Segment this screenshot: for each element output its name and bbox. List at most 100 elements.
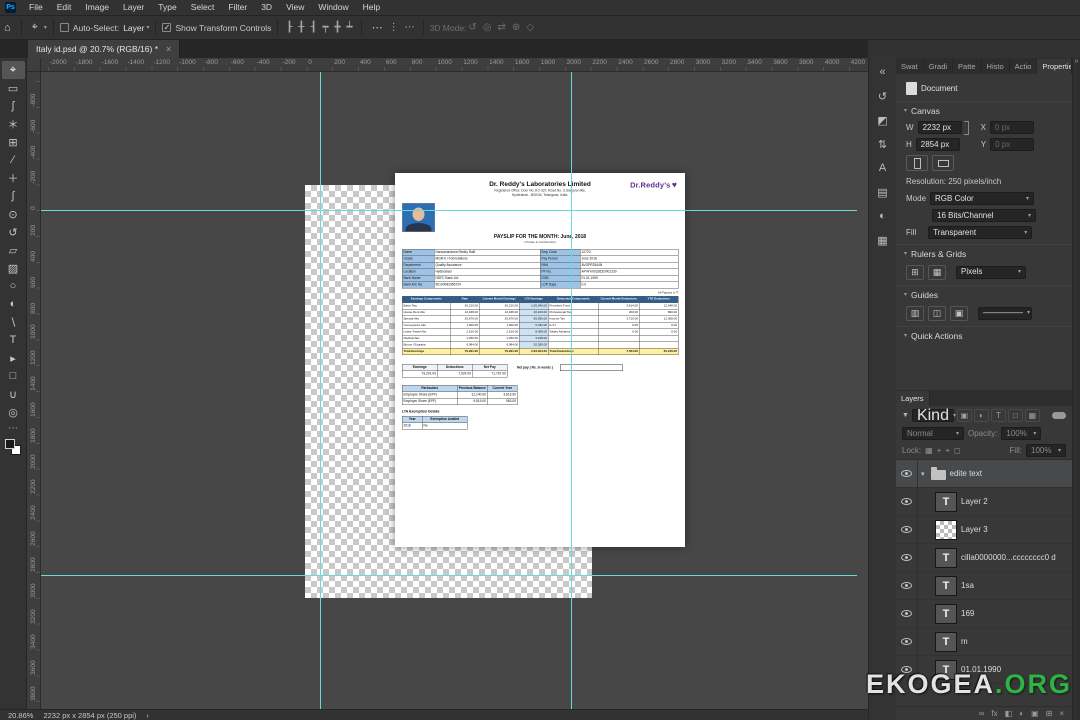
layer-visibility-toggle[interactable]: [896, 544, 918, 571]
character-icon[interactable]: A: [871, 156, 895, 180]
section-quick-actions[interactable]: Quick Actions: [911, 331, 963, 341]
layer-filter-toggle[interactable]: [1052, 412, 1066, 419]
layer-row[interactable]: ▾ 169: [896, 600, 1072, 628]
layer-visibility-toggle[interactable]: [896, 628, 918, 655]
layer-filter-kind-select[interactable]: Kind ▾: [911, 407, 956, 423]
height-field[interactable]: 2854 px: [915, 138, 960, 151]
align-top-edges-icon[interactable]: ┯: [320, 22, 330, 33]
layer-mask-icon[interactable]: ◧: [1005, 709, 1013, 718]
canvas-viewport[interactable]: Dr. Reddy's Laboratories Limited Registe…: [41, 72, 868, 709]
zoom-level[interactable]: 20.86%: [8, 711, 33, 720]
guide-style-select[interactable]: ————— ▾: [978, 306, 1032, 320]
zoom-tool[interactable]: ◎: [2, 403, 25, 421]
foreground-color-swatch[interactable]: [5, 439, 15, 449]
layer-row[interactable]: ▾ Layer 3: [896, 516, 1072, 544]
brush-tool[interactable]: ∫: [2, 187, 25, 205]
delete-layer-icon[interactable]: ×: [1059, 709, 1064, 718]
x-field[interactable]: 0 px: [989, 121, 1034, 134]
color-icon[interactable]: ◩: [871, 108, 895, 132]
marquee-tool[interactable]: ▭: [2, 79, 25, 97]
layer-visibility-toggle[interactable]: [896, 600, 918, 627]
toggle-rulers-button[interactable]: ⊞: [906, 264, 924, 280]
section-rulers-grids[interactable]: Rulers & Grids: [911, 249, 966, 259]
lock-position-icon[interactable]: ⌖: [945, 446, 950, 456]
gradient-tool[interactable]: ▨: [2, 259, 25, 277]
panel-tab[interactable]: Swat: [896, 59, 924, 74]
menu-item[interactable]: Filter: [221, 0, 254, 15]
hand-tool[interactable]: ∪: [2, 385, 25, 403]
align-right-edges-icon[interactable]: ┨: [308, 22, 318, 33]
pixel-filter-icon[interactable]: ▣: [956, 409, 972, 422]
menu-item[interactable]: Window: [311, 0, 355, 15]
tab-properties[interactable]: Properties: [1037, 59, 1072, 74]
align-horizontal-centers-icon[interactable]: ╂: [296, 22, 306, 33]
align-bottom-edges-icon[interactable]: ┷: [345, 22, 355, 33]
menu-item[interactable]: Image: [78, 0, 116, 15]
clone-stamp-tool[interactable]: ⊙: [2, 205, 25, 223]
toggle-guides-button[interactable]: ▥: [906, 305, 924, 321]
horizontal-ruler[interactable]: -2000 -1800 -1600 -1400 -1200 -1000 -800 -600 -4…: [41, 58, 868, 72]
tab-layers[interactable]: Layers: [896, 391, 930, 406]
active-tool-icon[interactable]: ⌖: [28, 21, 42, 34]
color-swatches[interactable]: [5, 439, 21, 455]
layer-visibility-toggle[interactable]: [896, 460, 918, 487]
y-field[interactable]: 0 px: [990, 138, 1035, 151]
payslip-document[interactable]: Dr. Reddy's Laboratories Limited Registe…: [395, 173, 685, 547]
ruler-units-select[interactable]: Pixels ▾: [956, 265, 1026, 279]
blend-mode-select[interactable]: Normal ▾: [902, 427, 964, 440]
status-chevron-icon[interactable]: ›: [146, 711, 149, 720]
type-tool[interactable]: T: [2, 331, 25, 349]
width-field[interactable]: 2232 px: [917, 121, 962, 134]
blur-tool[interactable]: ○: [2, 277, 25, 295]
horizontal-guide[interactable]: [41, 210, 857, 211]
layer-visibility-toggle[interactable]: [896, 516, 918, 543]
fill-select[interactable]: 100% ▾: [1026, 444, 1066, 457]
menu-item[interactable]: Select: [184, 0, 222, 15]
menu-item[interactable]: File: [22, 0, 50, 15]
layer-row[interactable]: ▾ edite text: [896, 460, 1072, 488]
history-icon[interactable]: ↺: [871, 84, 895, 108]
layer-row[interactable]: ▾ Layer 2: [896, 488, 1072, 516]
horizontal-guide[interactable]: [41, 575, 857, 576]
section-guides[interactable]: Guides: [911, 290, 938, 300]
new-group-icon[interactable]: ▣: [1031, 709, 1039, 718]
panel-tab[interactable]: Gradi: [924, 59, 954, 74]
healing-brush-tool[interactable]: ＋: [2, 169, 25, 187]
panel-tab[interactable]: Histo: [982, 59, 1010, 74]
distribute-vertical-icon[interactable]: ⋮: [387, 22, 401, 33]
canvas-fill-select[interactable]: Transparent ▾: [928, 226, 1033, 239]
shape-tool[interactable]: □: [2, 367, 25, 385]
menu-item[interactable]: Layer: [116, 0, 151, 15]
show-transform-checkbox[interactable]: ✓: [162, 23, 172, 32]
crop-tool[interactable]: ⊞: [2, 133, 25, 151]
layer-row[interactable]: ▾ 1sa: [896, 572, 1072, 600]
menu-item[interactable]: View: [279, 0, 311, 15]
quick-selection-tool[interactable]: ＊: [2, 115, 25, 133]
type-filter-icon[interactable]: T: [990, 409, 1006, 422]
menu-item[interactable]: Type: [151, 0, 183, 15]
tool-preset-caret-icon[interactable]: ▾: [44, 24, 47, 31]
portrait-orientation-button[interactable]: [906, 155, 928, 171]
color-mode-select[interactable]: RGB Color ▾: [930, 192, 1035, 205]
adjustment-layer-icon[interactable]: ◐: [1019, 709, 1024, 718]
toggle-grid-button[interactable]: ▦: [928, 264, 946, 280]
distribute-horizontal-icon[interactable]: ⋯: [403, 22, 417, 33]
vertical-guide[interactable]: [571, 72, 572, 709]
lock-pixels-icon[interactable]: +: [937, 446, 942, 456]
layer-row[interactable]: ▾ cilla0000000...cccccccc0 d: [896, 544, 1072, 572]
move-tool[interactable]: ⌖: [1, 61, 25, 79]
landscape-orientation-button[interactable]: [932, 155, 954, 171]
libraries-icon[interactable]: ▦: [871, 228, 895, 252]
panel-tab[interactable]: Patte: [953, 59, 982, 74]
path-selection-tool[interactable]: ▸: [2, 349, 25, 367]
vertical-ruler[interactable]: -800 -600 -400 -200 0 200 400 600 800 1000 1200 140…: [27, 72, 41, 709]
layer-row[interactable]: ▾ m: [896, 628, 1072, 656]
export-icon[interactable]: ⇅: [871, 132, 895, 156]
pen-tool[interactable]: ∖: [2, 313, 25, 331]
eyedropper-tool[interactable]: ∕: [2, 151, 25, 169]
smart-object-filter-icon[interactable]: ▦: [1024, 409, 1040, 422]
paragraph-icon[interactable]: ▤: [871, 180, 895, 204]
menu-item[interactable]: 3D: [254, 0, 279, 15]
edit-toolbar-icon[interactable]: ⋯: [8, 423, 18, 434]
layer-visibility-toggle[interactable]: [896, 572, 918, 599]
